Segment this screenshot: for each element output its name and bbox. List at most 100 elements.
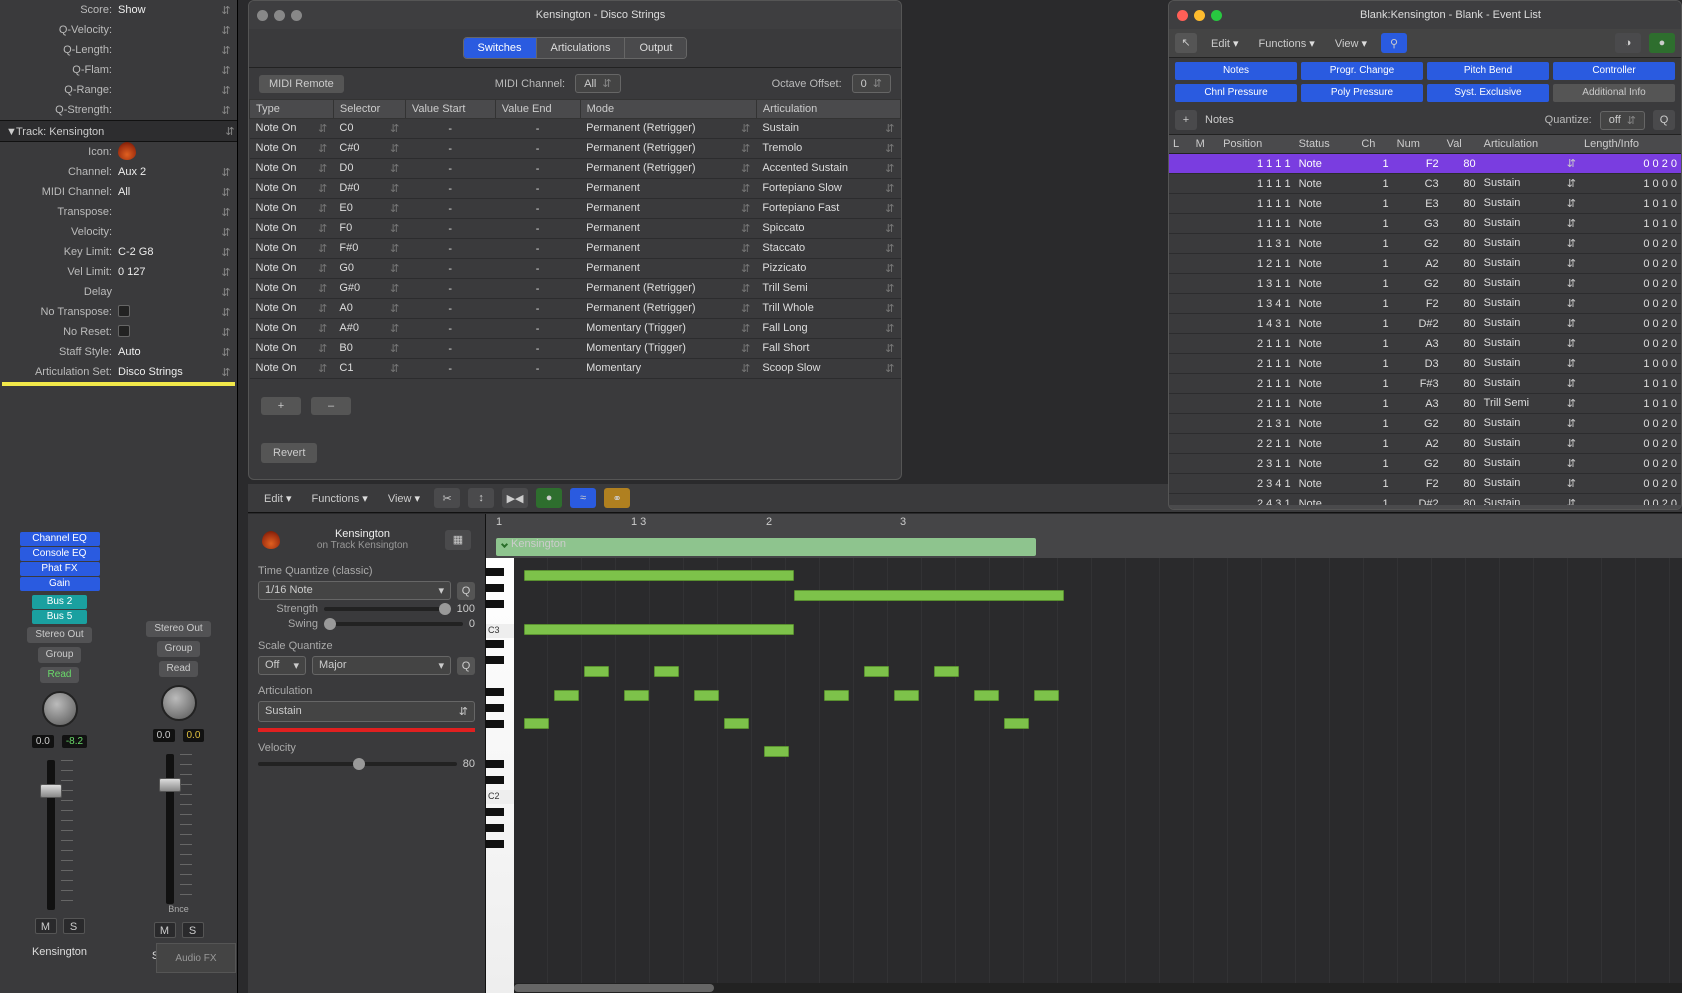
switch-row[interactable]: Note On⇵A#0⇵--Momentary (Trigger)⇵Fall L… [250,319,901,339]
velocity-slider[interactable] [258,762,457,766]
quantize-button[interactable]: Q [457,582,475,600]
column-header[interactable]: Ch [1357,135,1392,154]
view-menu[interactable]: View ▾ [1329,34,1373,53]
switch-row[interactable]: Note On⇵B0⇵--Momentary (Trigger)⇵Fall Sh… [250,339,901,359]
event-row[interactable]: 2 1 1 1Note1A380Trill Semi ⇵1 0 1 0 [1169,394,1681,414]
column-header[interactable]: Length/Info [1580,135,1681,154]
add-event-button[interactable]: + [1175,110,1197,130]
checkbox[interactable] [118,305,130,317]
tab-articulations[interactable]: Articulations [537,38,626,58]
inspector-row[interactable]: Q-Velocity:⇵ [0,20,237,40]
filter-poly-pressure[interactable]: Poly Pressure [1301,84,1423,102]
close-icon[interactable] [1177,10,1188,21]
fx-slot[interactable]: Gain [20,577,100,591]
audio-fx-slot[interactable]: Audio FX [156,943,236,973]
volume-fader[interactable] [166,754,174,904]
solo-button[interactable]: S [182,922,204,938]
event-row[interactable]: 2 1 1 1Note1F#380Sustain ⇵1 0 1 0 [1169,374,1681,394]
default-type[interactable]: Notes [1205,114,1234,126]
switch-row[interactable]: Note On⇵G0⇵--Permanent⇵Pizzicato⇵ [250,259,901,279]
filter-chnl-pressure[interactable]: Chnl Pressure [1175,84,1297,102]
column-header[interactable]: Mode [580,100,756,119]
pan-knob[interactable] [42,691,78,727]
midi-note[interactable] [524,624,794,635]
midi-note[interactable] [584,666,609,677]
inspector-row[interactable]: No Transpose:⇵ [0,302,237,322]
send-bus[interactable]: Bus 5 [32,610,87,624]
tab-segmented[interactable]: SwitchesArticulationsOutput [463,37,688,59]
filter-syst-exclusive[interactable]: Syst. Exclusive [1427,84,1549,102]
column-header[interactable]: Value Start [405,100,495,119]
scale-quantize-button[interactable]: Q [457,657,475,675]
remove-switch-button[interactable]: – [311,397,351,415]
midi-note[interactable] [654,666,679,677]
tab-switches[interactable]: Switches [464,38,537,58]
midi-note[interactable] [724,718,749,729]
inspector-row[interactable]: Key Limit:C-2 G8⇵ [0,242,237,262]
switch-row[interactable]: Note On⇵D0⇵--Permanent (Retrigger)⇵Accen… [250,159,901,179]
column-header[interactable]: Position [1219,135,1294,154]
add-switch-button[interactable]: + [261,397,301,415]
mute-button[interactable]: M [35,918,57,934]
automation-read[interactable]: Read [40,667,80,683]
midi-note[interactable] [864,666,889,677]
filter-icon[interactable]: ⚲ [1381,33,1407,53]
view-toggle-icon[interactable]: ▦ [445,530,471,550]
event-row[interactable]: 2 1 1 1Note1A380Sustain ⇵0 0 2 0 [1169,334,1681,354]
inspector-row[interactable]: Velocity:⇵ [0,222,237,242]
inspector-row[interactable]: Transpose:⇵ [0,202,237,222]
inspector-row[interactable]: Channel:Aux 2⇵ [0,162,237,182]
inspector-row[interactable]: Delay⇵ [0,282,237,302]
inspector-row[interactable]: Articulation Set:Disco Strings⇵ [0,362,237,382]
inspector-row[interactable]: MIDI Channel:All⇵ [0,182,237,202]
column-header[interactable]: Type [250,100,334,119]
stereo-out-pill[interactable]: Stereo Out [27,627,91,643]
column-header[interactable]: M [1192,135,1219,154]
column-header[interactable]: Status [1295,135,1358,154]
event-row[interactable]: 1 4 3 1Note1D#280Sustain ⇵0 0 2 0 [1169,314,1681,334]
switch-row[interactable]: Note On⇵F0⇵--Permanent⇵Spiccato⇵ [250,219,901,239]
event-row[interactable]: 1 1 1 1Note1C380Sustain ⇵1 0 0 0 [1169,174,1681,194]
strength-slider[interactable] [324,607,451,611]
piano-keyboard[interactable]: C3 C2 [486,558,514,993]
track-icon[interactable] [118,142,136,160]
event-row[interactable]: 1 1 1 1Note1F280 ⇵0 0 2 0 [1169,154,1681,174]
column-header[interactable]: Articulation [1480,135,1580,154]
quantize-value-select[interactable]: 1/16 Note▾ [258,581,451,600]
column-header[interactable]: L [1169,135,1192,154]
scale-off-select[interactable]: Off▾ [258,656,306,675]
inspector-row[interactable]: Vel Limit:0 127⇵ [0,262,237,282]
snap-icon[interactable]: ✂ [434,488,460,508]
volume-fader[interactable] [47,760,55,910]
event-row[interactable]: 1 1 1 1Note1G380Sustain ⇵1 0 1 0 [1169,214,1681,234]
group-pill[interactable]: Group [38,647,82,663]
filter-progr-change[interactable]: Progr. Change [1301,62,1423,80]
collapse-icon[interactable]: ↕ [468,488,494,508]
functions-menu[interactable]: Functions ▾ [1253,34,1321,53]
column-header[interactable]: Num [1393,135,1443,154]
minimize-icon[interactable] [1194,10,1205,21]
event-row[interactable]: 2 3 1 1Note1G280Sustain ⇵0 0 2 0 [1169,454,1681,474]
hierarchy-up-icon[interactable]: ↖ [1175,33,1197,53]
midi-out-icon[interactable]: ▶◀ [502,488,528,508]
switch-row[interactable]: Note On⇵G#0⇵--Permanent (Retrigger)⇵Tril… [250,279,901,299]
midi-note[interactable] [524,718,549,729]
display-mode-icon[interactable]: ◑ [1615,33,1641,53]
switch-row[interactable]: Note On⇵C1⇵--Momentary⇵Scoop Slow⇵ [250,359,901,379]
pan-knob[interactable] [161,685,197,721]
track-header[interactable]: ▼Track: Kensington⇵ [0,120,237,142]
midi-note[interactable] [624,690,649,701]
event-row[interactable]: 1 2 1 1Note1A280Sustain ⇵0 0 2 0 [1169,254,1681,274]
midi-note[interactable] [1004,718,1029,729]
midi-note[interactable] [554,690,579,701]
midi-remote-button[interactable]: MIDI Remote [259,75,344,93]
inspector-row[interactable]: Q-Flam:⇵ [0,60,237,80]
zoom-icon[interactable] [1211,10,1222,21]
filter-notes[interactable]: Notes [1175,62,1297,80]
functions-menu[interactable]: Functions ▾ [306,489,374,508]
midi-in-icon[interactable]: ● [1649,33,1675,53]
inspector-row[interactable]: Q-Range:⇵ [0,80,237,100]
column-header[interactable]: Articulation [756,100,900,119]
send-bus[interactable]: Bus 2 [32,595,87,609]
fx-slot[interactable]: Console EQ [20,547,100,561]
